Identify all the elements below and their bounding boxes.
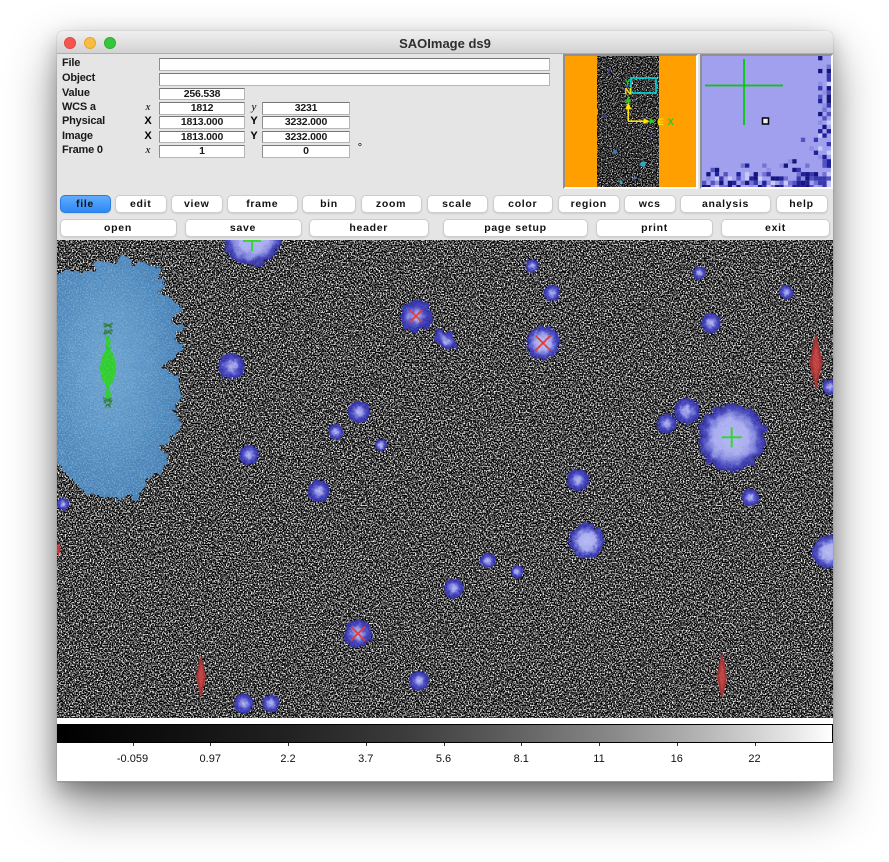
svg-text:Y: Y (624, 78, 631, 89)
svg-text:E: E (658, 117, 664, 128)
svg-text:X: X (668, 117, 675, 128)
